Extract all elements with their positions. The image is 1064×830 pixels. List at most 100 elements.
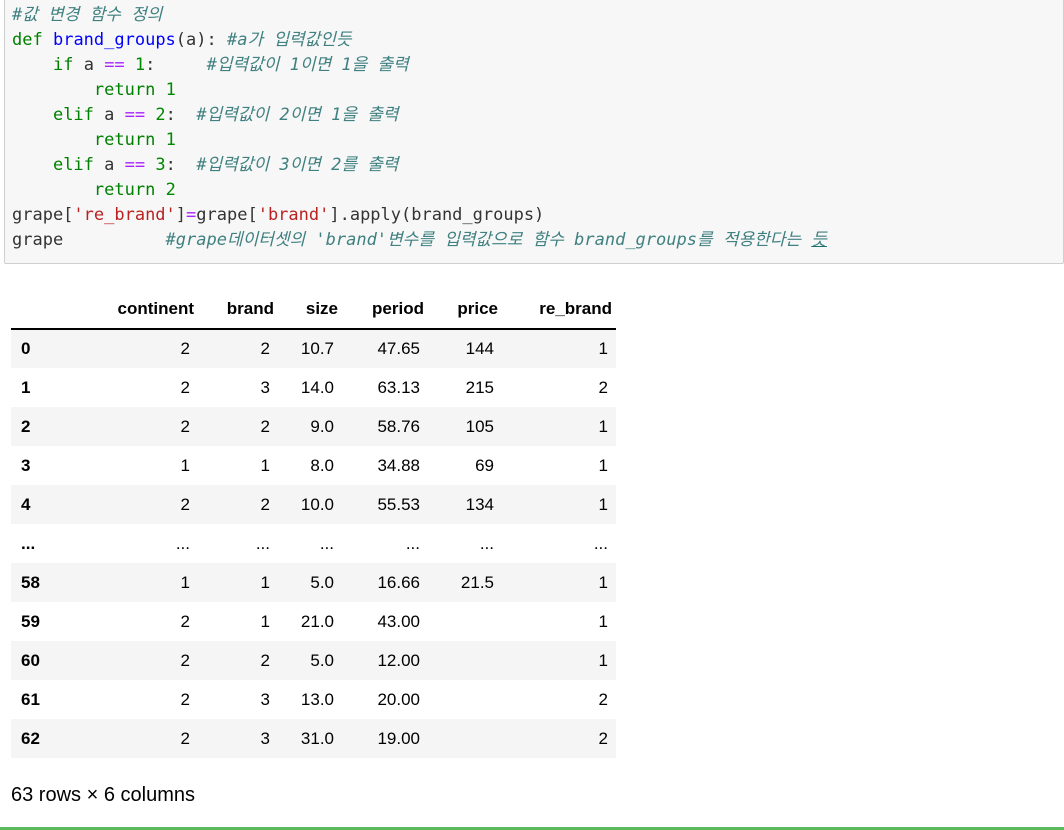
spellcheck-underlined-word[interactable]: 듯 — [811, 230, 827, 250]
string: 're_brand' — [73, 205, 176, 225]
cell-price: 134 — [465, 494, 494, 514]
table-row: 60 2 2 5.0 12.00 1 — [11, 641, 616, 680]
cell-brand: 2 — [260, 416, 270, 436]
cell-continent: 2 — [180, 728, 190, 748]
cell-continent: 2 — [180, 650, 190, 670]
number: 3 — [155, 155, 166, 175]
dataframe-shape-caption: 63 rows × 6 columns — [11, 784, 195, 806]
cell-brand: 3 — [260, 377, 270, 397]
row-index-cell: ... — [21, 533, 36, 553]
code-line-5: elif a == 2: #입력값이 2이면 1을 출력 — [12, 105, 399, 125]
code-text: grape[ — [12, 205, 74, 225]
row-index-cell: 60 — [21, 650, 40, 670]
cell-period: ... — [405, 533, 420, 553]
cell-size: 8.0 — [310, 455, 334, 475]
operator: == — [124, 105, 146, 125]
code-input-cell[interactable]: #값 변경 함수 정의 def brand_groups(a): #a가 입력값… — [4, 0, 1064, 264]
cell-period: 19.00 — [377, 728, 420, 748]
cell-brand: 2 — [260, 339, 270, 358]
header-size: size — [278, 290, 342, 330]
cell-re-brand: 2 — [598, 377, 608, 397]
cell-size: 5.0 — [310, 572, 334, 592]
function-name: brand_groups — [52, 30, 176, 50]
cell-re-brand: 1 — [598, 650, 608, 670]
table-row: 58 1 1 5.0 16.66 21.5 1 — [11, 563, 616, 602]
cell-period: 43.00 — [377, 611, 420, 631]
code-line-8: return 2 — [12, 180, 176, 200]
number: 2 — [165, 180, 176, 200]
header-price: price — [428, 290, 502, 330]
code-line-6: return 1 — [12, 130, 176, 150]
cell-price: 105 — [465, 416, 494, 436]
cell-continent: 2 — [180, 339, 190, 358]
keyword: return — [93, 130, 156, 150]
code-line-2: def brand_groups(a): #a가 입력값인듯 — [12, 30, 352, 50]
row-index-cell: 1 — [21, 377, 31, 397]
cell-size: 21.0 — [300, 611, 334, 631]
operator: = — [186, 205, 197, 225]
dataframe-output: continent brand size period price re_bra… — [11, 290, 616, 758]
table-row: 1 2 3 14.0 63.13 215 2 — [11, 368, 616, 407]
cell-size: 9.0 — [310, 416, 334, 436]
number: 1 — [165, 80, 176, 100]
comment: #입력값이 2이면 1을 출력 — [196, 105, 399, 125]
code-editor[interactable]: #값 변경 함수 정의 def brand_groups(a): #a가 입력값… — [12, 3, 827, 253]
cell-re-brand: 1 — [598, 572, 608, 592]
cell-period: 34.88 — [377, 455, 420, 475]
cell-brand: 2 — [260, 650, 270, 670]
dataframe-table: continent brand size period price re_bra… — [11, 290, 616, 758]
cell-re-brand: 1 — [598, 416, 608, 436]
comment: #값 변경 함수 정의 — [12, 5, 163, 25]
cell-continent: ... — [175, 533, 190, 553]
code-line-4: return 1 — [12, 80, 176, 100]
cell-period: 20.00 — [377, 689, 420, 709]
keyword: elif — [52, 105, 94, 125]
row-index-cell: 58 — [21, 572, 40, 592]
table-row: 3 1 1 8.0 34.88 69 1 — [11, 446, 616, 485]
keyword: return — [93, 80, 156, 100]
cell-size: ... — [319, 533, 334, 553]
header-index — [11, 290, 58, 330]
cell-continent: 2 — [180, 416, 190, 436]
cell-price: ... — [479, 533, 494, 553]
row-index-cell: 62 — [21, 728, 40, 748]
cell-continent: 1 — [180, 455, 190, 475]
row-index-cell: 3 — [21, 455, 31, 475]
cell-period: 16.66 — [377, 572, 420, 592]
cell-brand: 1 — [260, 572, 270, 592]
code-line-3: if a == 1: #입력값이 1이면 1을 출력 — [12, 55, 409, 75]
header-continent: continent — [58, 290, 198, 330]
cell-period: 47.65 — [377, 339, 420, 358]
keyword: if — [52, 55, 74, 75]
header-period: period — [342, 290, 428, 330]
cell-price: 21.5 — [460, 572, 494, 592]
variable: a — [83, 55, 94, 75]
cell-brand: 2 — [260, 494, 270, 514]
header-brand: brand — [198, 290, 278, 330]
cell-size: 31.0 — [300, 728, 334, 748]
cell-continent: 2 — [180, 377, 190, 397]
comment: #a가 입력값인듯 — [227, 30, 352, 50]
row-index-cell: 0 — [21, 339, 31, 358]
cell-period: 63.13 — [377, 377, 420, 397]
cell-re-brand: ... — [593, 533, 608, 553]
row-index-cell: 4 — [21, 494, 31, 514]
keyword: def — [12, 30, 43, 50]
table-row: 62 2 3 31.0 19.00 2 — [11, 719, 616, 758]
cell-size: 5.0 — [310, 650, 334, 670]
cell-re-brand: 1 — [598, 611, 608, 631]
cell-period: 55.53 — [377, 494, 420, 514]
header-re-brand: re_brand — [502, 290, 616, 330]
number: 1 — [134, 55, 146, 75]
cell-price: 215 — [465, 377, 494, 397]
code-line-10: grape #grape데이터셋의 'brand'변수를 입력값으로 함수 br… — [12, 230, 827, 250]
cell-size: 14.0 — [300, 377, 334, 397]
variable: a — [104, 105, 115, 125]
code-text: ].apply(brand_groups) — [329, 205, 545, 225]
code-line-7: elif a == 3: #입력값이 3이면 2를 출력 — [12, 155, 399, 175]
cell-period: 12.00 — [377, 650, 420, 670]
table-header-row: continent brand size period price re_bra… — [11, 290, 616, 330]
table-row: 2 2 2 9.0 58.76 105 1 — [11, 407, 616, 446]
cell-price — [428, 680, 502, 719]
row-index-cell: 61 — [21, 689, 40, 709]
